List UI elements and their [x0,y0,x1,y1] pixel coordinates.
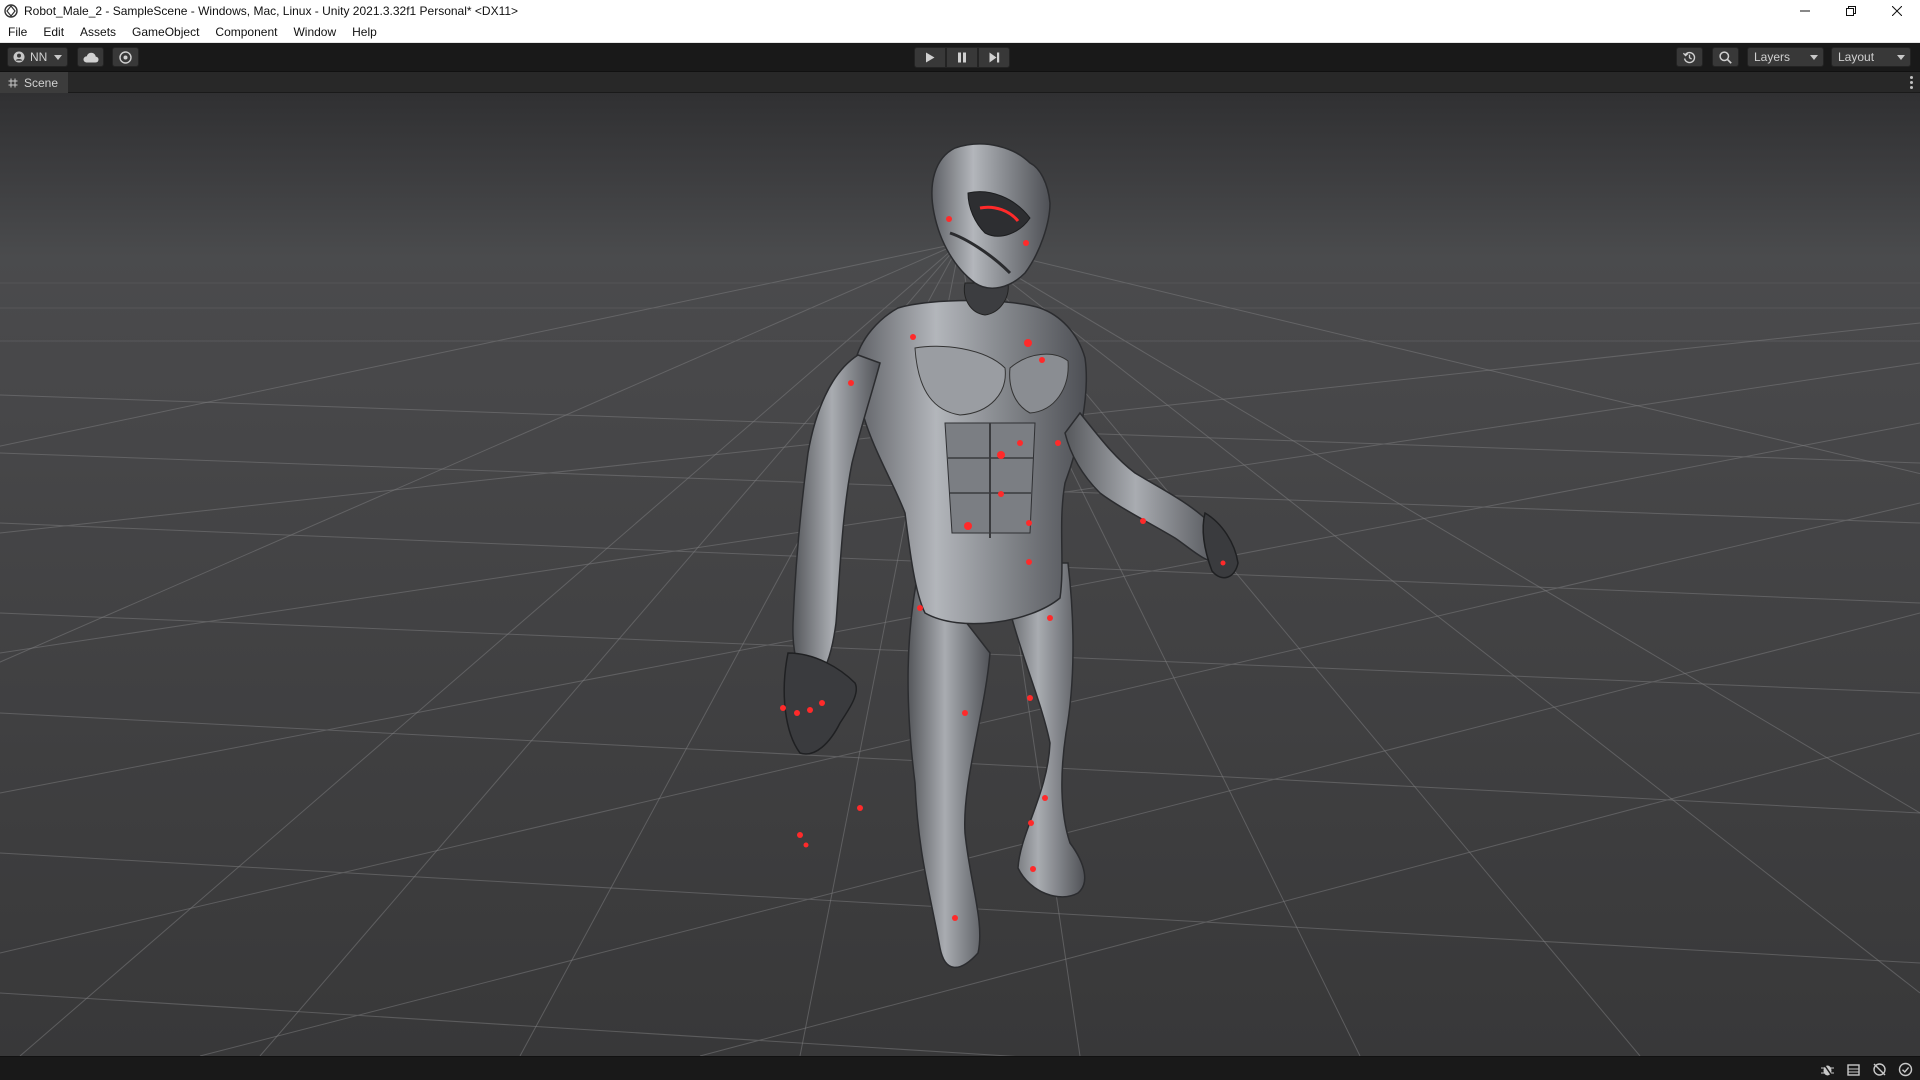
chevron-down-icon [54,55,62,60]
chevron-down-icon [1897,55,1905,60]
menu-assets[interactable]: Assets [72,22,124,43]
step-icon [989,52,999,63]
scene-viewport[interactable] [0,93,1920,1056]
package-icon[interactable] [1845,1061,1862,1078]
step-button[interactable] [978,47,1010,68]
menu-edit[interactable]: Edit [35,22,72,43]
main-toolbar: NN Layers Layout [0,43,1920,72]
debug-icon[interactable] [1819,1061,1836,1078]
history-icon [1683,51,1696,63]
account-label: NN [30,50,48,64]
hash-icon [8,78,18,87]
play-icon [926,52,935,63]
pause-button[interactable] [946,47,978,68]
close-button[interactable] [1874,0,1920,22]
restore-button[interactable] [1828,0,1874,22]
menu-window[interactable]: Window [285,22,344,43]
check-icon[interactable] [1897,1061,1914,1078]
layers-label: Layers [1754,50,1791,64]
restore-icon [1846,6,1856,16]
status-bar [0,1056,1920,1080]
scene-render [0,93,1920,1056]
menu-bar: File Edit Assets GameObject Component Wi… [0,22,1920,43]
search-icon [1719,50,1732,64]
layers-dropdown[interactable]: Layers [1747,47,1824,67]
menu-component[interactable]: Component [207,22,285,43]
network-icon[interactable] [1871,1061,1888,1078]
tab-scene-label: Scene [24,75,59,90]
chevron-down-icon [1810,55,1818,60]
layout-label: Layout [1838,50,1875,64]
more-options-icon[interactable] [1908,75,1914,90]
minimize-button[interactable] [1782,0,1828,22]
tab-scene[interactable]: Scene [0,72,69,93]
menu-gameobject[interactable]: GameObject [124,22,207,43]
window-controls [1782,0,1920,22]
collab-icon [119,50,132,64]
account-icon [13,51,25,63]
search-button[interactable] [1712,47,1739,67]
status-icons [1819,1060,1914,1078]
scene-window-header: Scene [0,72,1920,93]
cloud-icon [83,52,98,62]
pause-icon [958,52,966,63]
window-title: Robot_Male_2 - SampleScene - Windows, Ma… [24,4,519,18]
account-dropdown[interactable]: NN [7,47,68,67]
layout-dropdown[interactable]: Layout [1831,47,1911,67]
unity-logo-icon [4,4,18,18]
playmode-controls [914,47,1010,68]
collab-button[interactable] [112,47,139,67]
cloud-button[interactable] [77,47,104,67]
menu-file[interactable]: File [0,22,35,43]
play-button[interactable] [914,47,946,68]
undo-history-button[interactable] [1676,47,1703,67]
title-bar: Robot_Male_2 - SampleScene - Windows, Ma… [0,0,1920,22]
menu-help[interactable]: Help [344,22,385,43]
minimize-icon [1800,10,1810,12]
close-icon [1892,6,1902,16]
